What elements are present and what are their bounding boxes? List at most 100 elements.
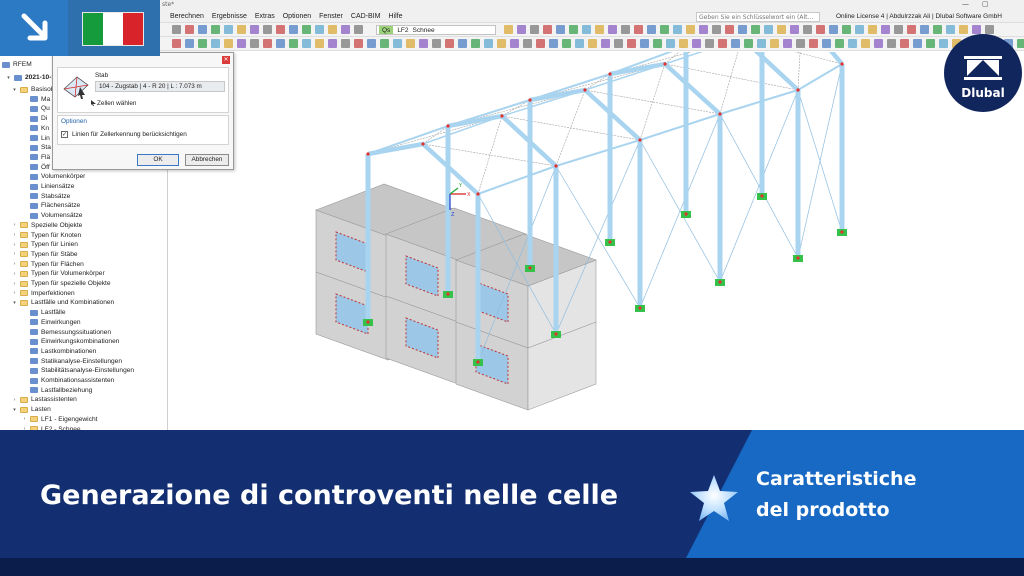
toolbar-button[interactable]	[686, 25, 695, 34]
select-cells-label[interactable]: Zellen wählen	[97, 100, 136, 107]
toolbar-button[interactable]	[185, 25, 194, 34]
menu-cad-bim[interactable]: CAD-BIM	[351, 13, 381, 20]
toolbar-button[interactable]	[926, 39, 935, 48]
toolbar-button[interactable]	[881, 25, 890, 34]
toolbar-button[interactable]	[549, 39, 558, 48]
toolbar-button[interactable]	[692, 39, 701, 48]
cancel-button[interactable]: Abbrechen	[185, 154, 229, 166]
toolbar-button[interactable]	[796, 39, 805, 48]
tree-root[interactable]: RFEM	[2, 60, 32, 69]
toolbar-button[interactable]	[432, 39, 441, 48]
tree-item[interactable]: › Typen für Flächen	[12, 260, 84, 269]
tree-item[interactable]: › Typen für Linien	[12, 240, 78, 249]
toolbar-button[interactable]	[913, 39, 922, 48]
tree-item[interactable]: Stabsätze	[22, 192, 70, 201]
toolbar-button[interactable]	[263, 25, 272, 34]
toolbar-button[interactable]	[172, 39, 181, 48]
toolbar-button[interactable]	[848, 39, 857, 48]
toolbar-button[interactable]	[276, 39, 285, 48]
toolbar-button[interactable]	[939, 39, 948, 48]
minimize-button[interactable]: —	[962, 0, 969, 8]
toolbar-button[interactable]	[900, 39, 909, 48]
toolbar-button[interactable]	[751, 25, 760, 34]
tree-item[interactable]: Öff	[22, 163, 50, 172]
toolbar-button[interactable]	[523, 39, 532, 48]
toolbar-button[interactable]	[595, 25, 604, 34]
toolbar-button[interactable]	[718, 39, 727, 48]
toolbar-button[interactable]	[627, 39, 636, 48]
toolbar-button[interactable]	[764, 25, 773, 34]
toolbar-button[interactable]	[406, 39, 415, 48]
tree-item[interactable]: Kombinationsassistenten	[22, 376, 114, 385]
toolbar-button[interactable]	[920, 25, 929, 34]
toolbar-button[interactable]	[458, 39, 467, 48]
toolbar-button[interactable]	[868, 25, 877, 34]
toolbar-button[interactable]	[315, 25, 324, 34]
toolbar-button[interactable]	[985, 25, 994, 34]
toolbar-button[interactable]	[855, 25, 864, 34]
toolbar-button[interactable]	[354, 25, 363, 34]
toolbar-button[interactable]	[289, 39, 298, 48]
close-icon[interactable]: ✕	[222, 56, 230, 64]
expand-icon[interactable]: ›	[22, 416, 27, 422]
expand-icon[interactable]: ›	[12, 271, 17, 277]
toolbar-button[interactable]	[959, 25, 968, 34]
tree-item[interactable]: Ma	[22, 95, 50, 104]
toolbar-button[interactable]	[211, 25, 220, 34]
toolbar-button[interactable]	[757, 39, 766, 48]
toolbar-button[interactable]	[777, 25, 786, 34]
tree-item[interactable]: › Imperfektionen	[12, 289, 75, 298]
toolbar-button[interactable]	[575, 39, 584, 48]
toolbar-button[interactable]	[289, 25, 298, 34]
tree-item[interactable]: Flächensätze	[22, 201, 80, 210]
ok-button[interactable]: OK	[137, 154, 179, 166]
toolbar-button[interactable]	[640, 39, 649, 48]
toolbar-button[interactable]	[887, 39, 896, 48]
toolbar-button[interactable]	[790, 25, 799, 34]
tree-item[interactable]: Einwirkungskombinationen	[22, 337, 119, 346]
maximize-button[interactable]: ▢	[982, 0, 989, 8]
toolbar-button[interactable]	[536, 39, 545, 48]
tree-item[interactable]: Di	[22, 114, 47, 123]
toolbar-button[interactable]	[315, 39, 324, 48]
toolbar-button[interactable]	[660, 25, 669, 34]
line-detection-checkbox[interactable]: ✓	[61, 131, 68, 138]
toolbar-button[interactable]	[803, 25, 812, 34]
toolbar-button[interactable]	[894, 25, 903, 34]
toolbar-button[interactable]	[354, 39, 363, 48]
toolbar-button[interactable]	[237, 25, 246, 34]
tree-item[interactable]: › Typen für Stäbe	[12, 250, 78, 259]
toolbar-button[interactable]	[582, 25, 591, 34]
loadcase-select[interactable]: Qs LF2 Schnee	[376, 25, 496, 35]
expand-icon[interactable]: ›	[12, 232, 17, 238]
toolbar-button[interactable]	[907, 25, 916, 34]
toolbar-button[interactable]	[816, 25, 825, 34]
tree-item[interactable]: › Typen für spezielle Objekte	[12, 279, 111, 288]
member-field[interactable]: 104 - Zugstab | 4 - R 20 | L : 7.073 m	[95, 81, 225, 92]
expand-icon[interactable]: ›	[12, 242, 17, 248]
toolbar-button[interactable]	[614, 39, 623, 48]
tree-item[interactable]: › Typen für Volumenkörper	[12, 269, 105, 278]
toolbar-button[interactable]	[829, 25, 838, 34]
toolbar-button[interactable]	[725, 25, 734, 34]
tree-item[interactable]: Lastfallbeziehung	[22, 386, 92, 395]
menu-help[interactable]: Hilfe	[388, 13, 402, 20]
toolbar-button[interactable]	[562, 39, 571, 48]
toolbar-button[interactable]	[601, 39, 610, 48]
toolbar-button[interactable]	[556, 25, 565, 34]
toolbar-button[interactable]	[224, 25, 233, 34]
toolbar-button[interactable]	[621, 25, 630, 34]
toolbar-button[interactable]	[783, 39, 792, 48]
tree-item[interactable]: Bemessungssituationen	[22, 328, 111, 337]
toolbar-button[interactable]	[861, 39, 870, 48]
toolbar-button[interactable]	[302, 25, 311, 34]
expand-icon[interactable]: ›	[12, 261, 17, 267]
tree-item[interactable]: › Typen für Knoten	[12, 231, 82, 240]
toolbar-button[interactable]	[504, 25, 513, 34]
search-input[interactable]: Geben Sie ein Schlüsselwort ein (Alt...	[696, 12, 820, 22]
toolbar-button[interactable]	[328, 25, 337, 34]
toolbar-button[interactable]	[510, 39, 519, 48]
toolbar-button[interactable]	[972, 25, 981, 34]
toolbar-button[interactable]	[250, 39, 259, 48]
toolbar-button[interactable]	[647, 25, 656, 34]
